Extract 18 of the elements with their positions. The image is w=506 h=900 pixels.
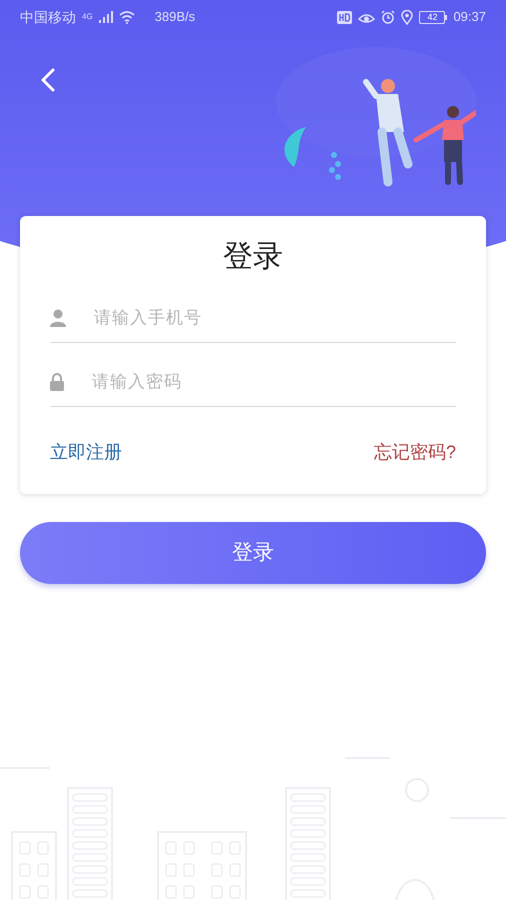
user-icon	[50, 308, 66, 326]
card-title: 登录	[222, 239, 284, 275]
phone-field[interactable]: 请输入手机号	[94, 304, 456, 330]
hd-icon	[337, 10, 352, 24]
clock-time: 09:37	[453, 8, 486, 26]
network-speed: 389B/s	[154, 8, 196, 26]
login-button[interactable]: 登录	[20, 522, 486, 584]
lock-icon	[50, 372, 64, 390]
alarm-icon	[381, 10, 396, 24]
signal-icon	[98, 11, 113, 23]
location-icon	[401, 10, 414, 24]
network-label: 4G	[82, 13, 93, 21]
battery-indicator: 42	[419, 10, 448, 24]
carrier-label: 中国移动	[20, 8, 76, 26]
register-link[interactable]: 立即注册	[50, 439, 122, 466]
forgot-password-link[interactable]: 忘记密码?	[374, 439, 456, 466]
wifi-icon	[118, 10, 135, 24]
password-field[interactable]: 请输入密码	[92, 368, 456, 394]
